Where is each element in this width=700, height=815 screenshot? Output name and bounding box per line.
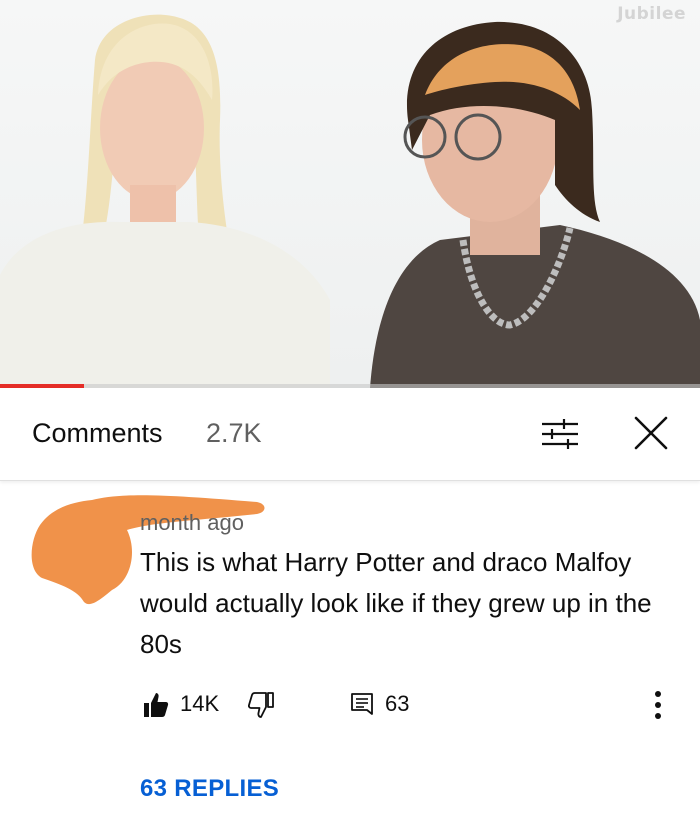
more-options-icon[interactable]	[652, 690, 664, 720]
channel-watermark: Jubilee	[617, 4, 686, 24]
comment-text: This is what Harry Potter and draco Malf…	[140, 547, 652, 659]
video-player[interactable]: Jubilee	[0, 0, 700, 388]
reply-count: 63	[385, 691, 410, 716]
like-count: 14K	[180, 691, 220, 716]
comments-title: Comments	[32, 418, 163, 448]
view-replies-link[interactable]: 63 REPLIES	[140, 775, 279, 803]
comment-actions: 14K 63	[0, 684, 700, 724]
video-frame-illustration	[0, 14, 700, 388]
comments-header: Comments 2.7K	[0, 388, 700, 481]
close-icon[interactable]	[632, 414, 670, 452]
left-person-shirt	[0, 221, 330, 388]
thumbs-down-icon[interactable]	[248, 692, 274, 718]
comment-timestamp: month ago	[140, 510, 244, 535]
thumbs-up-icon[interactable]	[143, 692, 169, 718]
left-person-face	[100, 56, 204, 200]
comments-count: 2.7K	[206, 418, 262, 448]
sort-filter-icon[interactable]	[540, 418, 580, 450]
reply-comment-icon[interactable]	[350, 692, 374, 716]
